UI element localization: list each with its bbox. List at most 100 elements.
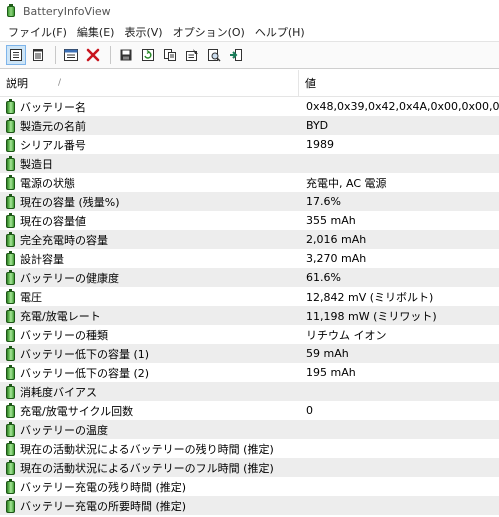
row-name: バッテリー名	[20, 100, 86, 114]
battery-icon	[6, 156, 15, 171]
battery-icon	[6, 99, 15, 114]
row-value: 61.6%	[306, 271, 341, 284]
row-value: 11,198 mW (ミリワット)	[306, 309, 437, 323]
battery-icon	[6, 479, 15, 494]
table-row[interactable]: 消耗度バイアス	[0, 382, 499, 401]
toolbar	[0, 41, 499, 69]
table-row[interactable]: 充電/放電サイクル回数 0	[0, 401, 499, 420]
refresh-icon[interactable]	[138, 45, 158, 65]
table-row[interactable]: 製造元の名前 BYD	[0, 116, 499, 135]
delete-icon[interactable]	[83, 45, 103, 65]
row-name: 現在の容量 (残量%)	[20, 195, 120, 209]
battery-icon	[6, 194, 15, 209]
table-rows: バッテリー名 0x48,0x39,0x42,0x4A,0x00,0x00,0x00…	[0, 97, 499, 515]
exit-icon[interactable]	[226, 45, 246, 65]
row-name: バッテリー充電の所要時間 (推定)	[20, 499, 187, 513]
table-row[interactable]: 現在の容量 (残量%) 17.6%	[0, 192, 499, 211]
battery-icon	[6, 498, 15, 513]
table-row[interactable]: バッテリーの温度	[0, 420, 499, 439]
menu-view[interactable]: 表示(V)	[119, 24, 167, 40]
column-description-label: 説明	[6, 77, 28, 90]
battery-icon	[6, 346, 15, 361]
battery-icon	[6, 175, 15, 190]
battery-icon	[6, 365, 15, 380]
table-row[interactable]: バッテリーの種類 リチウム イオン	[0, 325, 499, 344]
view-list-icon[interactable]	[6, 45, 26, 65]
battery-icon	[6, 289, 15, 304]
battery-icon	[6, 251, 15, 266]
table-row[interactable]: シリアル番号 1989	[0, 135, 499, 154]
row-value: 355 mAh	[306, 214, 356, 227]
battery-icon	[6, 441, 15, 456]
table-row[interactable]: 現在の活動状況によるバッテリーの残り時間 (推定)	[0, 439, 499, 458]
row-value: 充電中, AC 電源	[306, 176, 387, 190]
title-bar: BatteryInfoView	[0, 0, 499, 22]
toolbar-separator	[110, 46, 111, 64]
table-row[interactable]: バッテリーの健康度 61.6%	[0, 268, 499, 287]
table-row[interactable]: バッテリー充電の残り時間 (推定)	[0, 477, 499, 496]
row-name: 現在の活動状況によるバッテリーの残り時間 (推定)	[20, 442, 274, 456]
row-name: 充電/放電サイクル回数	[20, 404, 134, 418]
row-name: バッテリー低下の容量 (2)	[20, 366, 150, 380]
menu-file[interactable]: ファイル(F)	[3, 24, 72, 40]
table-row[interactable]: バッテリー充電の所要時間 (推定)	[0, 496, 499, 515]
row-value: 12,842 mV (ミリボルト)	[306, 290, 434, 304]
row-value: 17.6%	[306, 195, 341, 208]
row-value: BYD	[306, 119, 329, 132]
table-row[interactable]: 完全充電時の容量 2,016 mAh	[0, 230, 499, 249]
row-name: 製造元の名前	[20, 119, 86, 133]
row-value: 2,016 mAh	[306, 233, 367, 246]
battery-icon	[6, 232, 15, 247]
battery-icon	[6, 384, 15, 399]
column-header-value[interactable]: 値	[299, 70, 316, 96]
row-name: 電圧	[20, 290, 42, 304]
row-name: 現在の容量値	[20, 214, 86, 228]
table-row[interactable]: 製造日	[0, 154, 499, 173]
row-name: バッテリーの健康度	[20, 271, 119, 285]
view-report-icon[interactable]	[28, 45, 48, 65]
table-row[interactable]: バッテリー低下の容量 (1) 59 mAh	[0, 344, 499, 363]
table-row[interactable]: 設計容量 3,270 mAh	[0, 249, 499, 268]
menu-bar: ファイル(F) 編集(E) 表示(V) オプション(O) ヘルプ(H)	[0, 22, 499, 41]
save-icon[interactable]	[116, 45, 136, 65]
menu-options[interactable]: オプション(O)	[168, 24, 250, 40]
table-row[interactable]: 現在の活動状況によるバッテリーのフル時間 (推定)	[0, 458, 499, 477]
table-row[interactable]: バッテリー低下の容量 (2) 195 mAh	[0, 363, 499, 382]
row-value: 1989	[306, 138, 334, 151]
row-name: 消耗度バイアス	[20, 385, 97, 399]
row-name: バッテリーの種類	[20, 328, 108, 342]
sort-indicator: /	[58, 78, 62, 88]
row-name: 設計容量	[20, 252, 64, 266]
battery-icon	[6, 270, 15, 285]
menu-help[interactable]: ヘルプ(H)	[250, 24, 310, 40]
row-name: 製造日	[20, 157, 53, 171]
row-name: 充電/放電レート	[20, 309, 101, 323]
row-name: バッテリーの温度	[20, 423, 108, 437]
column-header: 説明 / 値	[0, 70, 499, 97]
row-name: バッテリー低下の容量 (1)	[20, 347, 150, 361]
table-row[interactable]: 充電/放電レート 11,198 mW (ミリワット)	[0, 306, 499, 325]
table-row[interactable]: 電圧 12,842 mV (ミリボルト)	[0, 287, 499, 306]
column-value-label: 値	[305, 77, 316, 90]
find-icon[interactable]	[204, 45, 224, 65]
window-title: BatteryInfoView	[23, 4, 111, 18]
menu-edit[interactable]: 編集(E)	[72, 24, 120, 40]
battery-icon	[6, 308, 15, 323]
battery-icon	[6, 460, 15, 475]
table-row[interactable]: バッテリー名 0x48,0x39,0x42,0x4A,0x00,0x00,0x00	[0, 97, 499, 116]
battery-icon	[6, 118, 15, 133]
properties-icon[interactable]	[61, 45, 81, 65]
row-name: シリアル番号	[20, 138, 86, 152]
row-name: 電源の状態	[20, 176, 75, 190]
table-row[interactable]: 現在の容量値 355 mAh	[0, 211, 499, 230]
battery-icon	[6, 403, 15, 418]
copy-icon[interactable]	[160, 45, 180, 65]
properties-dialog-icon[interactable]	[182, 45, 202, 65]
battery-icon	[6, 327, 15, 342]
battery-info-list[interactable]: 説明 / 値 バッテリー名 0x48,0x39,0x42,0x4A,0x00,0x…	[0, 70, 499, 517]
column-header-description[interactable]: 説明 /	[0, 70, 299, 96]
table-row[interactable]: 電源の状態 充電中, AC 電源	[0, 173, 499, 192]
row-name: 現在の活動状況によるバッテリーのフル時間 (推定)	[20, 461, 274, 475]
row-value: 59 mAh	[306, 347, 349, 360]
row-value: 3,270 mAh	[306, 252, 367, 265]
